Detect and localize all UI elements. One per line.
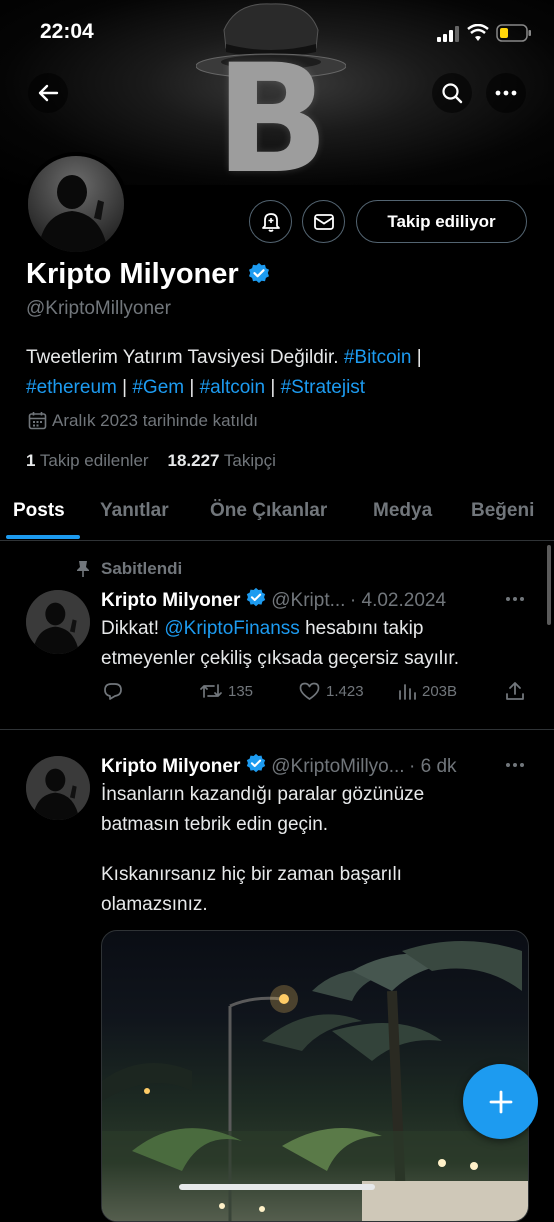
tab-media[interactable]: Medya [373, 500, 432, 522]
followers-link[interactable]: 18.227 Takipçi [167, 451, 275, 470]
bell-plus-icon [261, 212, 280, 232]
compose-button[interactable] [463, 1064, 538, 1139]
like-button[interactable]: 1.423 [299, 682, 364, 701]
tweet-text-part: etmeyenler çekiliş çıksada geçersiz sayı… [101, 648, 459, 669]
message-button[interactable] [302, 200, 345, 243]
reply-button[interactable] [103, 682, 123, 701]
share-icon[interactable] [505, 681, 525, 701]
scrollbar[interactable] [547, 545, 551, 625]
retweet-icon [200, 684, 222, 698]
views-button[interactable]: 203B [398, 682, 457, 700]
tweet-text-part: hesabını takip [305, 618, 424, 639]
hashtag-stratejist[interactable]: #Stratejist [281, 377, 365, 398]
tweet-more-icon[interactable] [505, 596, 525, 602]
tweet-line: İnsanların kazandığı paralar gözünüze [101, 784, 425, 805]
following-label: Takip edilenler [39, 451, 149, 470]
following-count: 1 [26, 451, 36, 470]
mention-link[interactable]: @KriptoFinanss [164, 618, 299, 639]
bio-separator: | [270, 377, 276, 398]
tweet-divider [0, 729, 554, 730]
status-time: 22:04 [40, 20, 94, 43]
joined-date: Aralık 2023 tarihinde katıldı [52, 411, 259, 430]
bio-separator: | [122, 377, 128, 398]
retweet-button[interactable]: 135 [200, 682, 253, 700]
tweet-line: batmasın tebrik edin geçin. [101, 814, 329, 835]
tweet-more-icon[interactable] [505, 762, 525, 768]
tweet-text-part: Dikkat! [101, 618, 160, 639]
more-icon [495, 90, 517, 96]
pinned-label: Sabitlendi [101, 559, 183, 578]
tweet-photo[interactable] [101, 930, 529, 1222]
tab-posts[interactable]: Posts [13, 500, 65, 522]
more-options-button[interactable] [486, 73, 526, 113]
back-button[interactable] [28, 73, 68, 113]
tweet-header: Kripto Milyoner @Kript... · 4.02.2024 [101, 587, 446, 612]
reply-icon [104, 683, 122, 700]
hashtag-ethereum[interactable]: #ethereum [26, 377, 117, 398]
tweet-author-name[interactable]: Kripto Milyoner [101, 756, 240, 777]
signal-icon [437, 26, 459, 42]
tweet-avatar[interactable] [26, 756, 90, 820]
back-arrow-icon [38, 84, 59, 102]
retweet-count: 135 [228, 682, 254, 700]
status-bar: 22:04 [0, 0, 554, 64]
verified-badge-icon [246, 587, 265, 607]
avatar-image [26, 590, 90, 654]
tweet-author-handle: @Kript... [271, 590, 346, 611]
home-indicator[interactable] [179, 1184, 375, 1190]
profile-avatar[interactable] [24, 152, 128, 256]
tab-likes[interactable]: Beğeni [471, 500, 534, 522]
following-link[interactable]: 1 Takip edilenler [26, 451, 149, 470]
tweet-author-handle: @KriptoMillyo... [271, 756, 405, 777]
bio-text: Tweetlerim Yatırım Tavsiyesi Değildir. [26, 347, 339, 368]
profile-bio: Tweetlerim Yatırım Tavsiyesi Değildir. #… [26, 343, 526, 403]
bio-separator: | [189, 377, 195, 398]
mail-icon [313, 213, 334, 230]
verified-badge-icon [246, 753, 265, 773]
tweet-time: · 6 dk [409, 756, 457, 777]
following-button[interactable]: Takip ediliyor [356, 200, 527, 243]
search-button[interactable] [432, 73, 472, 113]
tweet-date: · 4.02.2024 [349, 590, 447, 611]
tweet-text: Dikkat! @KriptoFinanss hesabını takip et… [101, 614, 531, 674]
battery-icon [496, 24, 531, 42]
tweet-avatar[interactable] [26, 590, 90, 654]
hashtag-altcoin[interactable]: #altcoin [200, 377, 266, 398]
followers-label: Takipçi [223, 451, 276, 470]
bitcoin-logo: B [215, 33, 330, 185]
avatar-image [26, 756, 90, 820]
follow-stats: 1 Takip edilenler 18.227 Takipçi [26, 451, 276, 471]
profile-name: Kripto Milyoner [26, 258, 271, 291]
notifications-button[interactable] [249, 200, 292, 243]
active-tab-indicator [6, 535, 80, 539]
hashtag-bitcoin[interactable]: #Bitcoin [344, 347, 412, 368]
tweet-line: olamazsınız. [101, 894, 208, 915]
profile-handle: @KriptoMillyoner [26, 298, 171, 319]
wifi-icon [467, 24, 489, 41]
like-count: 1.423 [326, 683, 364, 700]
tweet-author-name[interactable]: Kripto Milyoner [101, 590, 240, 611]
palm-night-image [102, 941, 528, 1221]
views-chart-icon [399, 684, 416, 700]
views-count: 203B [422, 682, 458, 700]
calendar-icon [28, 412, 47, 430]
tweet-text: İnsanların kazandığı paralar gözünüze ba… [101, 780, 531, 920]
verified-badge-icon[interactable] [247, 262, 271, 286]
profile-tabs: Posts Yanıtlar Öne Çıkanlar Medya Beğeni [0, 484, 554, 541]
plus-icon [489, 1090, 512, 1113]
heart-icon [299, 682, 320, 700]
tab-replies[interactable]: Yanıtlar [100, 500, 169, 522]
bio-separator: | [416, 347, 422, 368]
tweet-header: Kripto Milyoner @KriptoMillyo... · 6 dk [101, 753, 457, 778]
search-icon [442, 83, 463, 104]
hashtag-gem[interactable]: #Gem [132, 377, 184, 398]
followers-count: 18.227 [167, 451, 220, 470]
tweet-line: Kıskanırsanız hiç bir zaman başarılı [101, 864, 402, 885]
pin-icon [77, 561, 89, 577]
following-button-label: Takip ediliyor [387, 211, 496, 231]
profile-name-text: Kripto Milyoner [26, 258, 239, 290]
tab-highlights[interactable]: Öne Çıkanlar [210, 500, 327, 522]
avatar-image [28, 156, 124, 252]
